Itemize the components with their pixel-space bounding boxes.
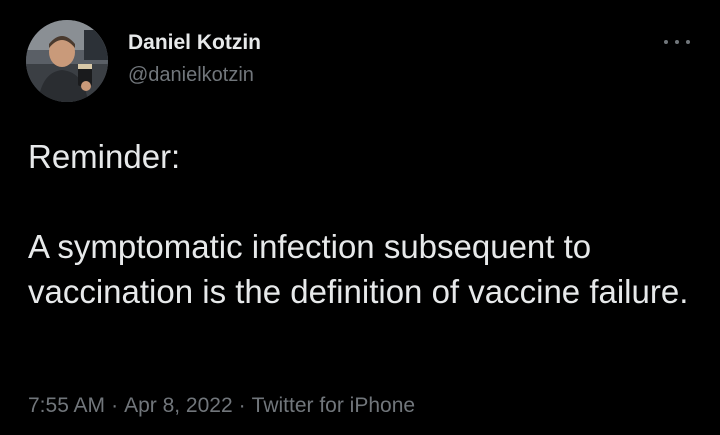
more-dot bbox=[664, 40, 668, 44]
meta-separator: · bbox=[238, 394, 246, 417]
meta-separator: · bbox=[111, 394, 119, 417]
tweet-text: Reminder: A symptomatic infection subseq… bbox=[28, 134, 698, 314]
tweet-source[interactable]: Twitter for iPhone bbox=[252, 394, 415, 417]
tweet-date[interactable]: Apr 8, 2022 bbox=[124, 394, 233, 417]
tweet-time[interactable]: 7:55 AM bbox=[28, 394, 105, 417]
author-info: Daniel Kotzin @danielkotzin bbox=[128, 30, 261, 88]
tweet-metadata: 7:55 AM · Apr 8, 2022 · Twitter for iPhone bbox=[28, 392, 415, 420]
user-handle[interactable]: @danielkotzin bbox=[128, 62, 261, 88]
more-options-icon[interactable] bbox=[664, 34, 690, 50]
tweet-card: Daniel Kotzin @danielkotzin Reminder: A … bbox=[0, 0, 720, 435]
avatar[interactable] bbox=[26, 20, 108, 102]
more-dot bbox=[675, 40, 679, 44]
display-name[interactable]: Daniel Kotzin bbox=[128, 30, 261, 56]
more-dot bbox=[686, 40, 690, 44]
tweet-line-reminder: Reminder: bbox=[28, 138, 181, 175]
tweet-line-body: A symptomatic infection subsequent to va… bbox=[28, 228, 689, 310]
avatar-image bbox=[26, 20, 108, 102]
